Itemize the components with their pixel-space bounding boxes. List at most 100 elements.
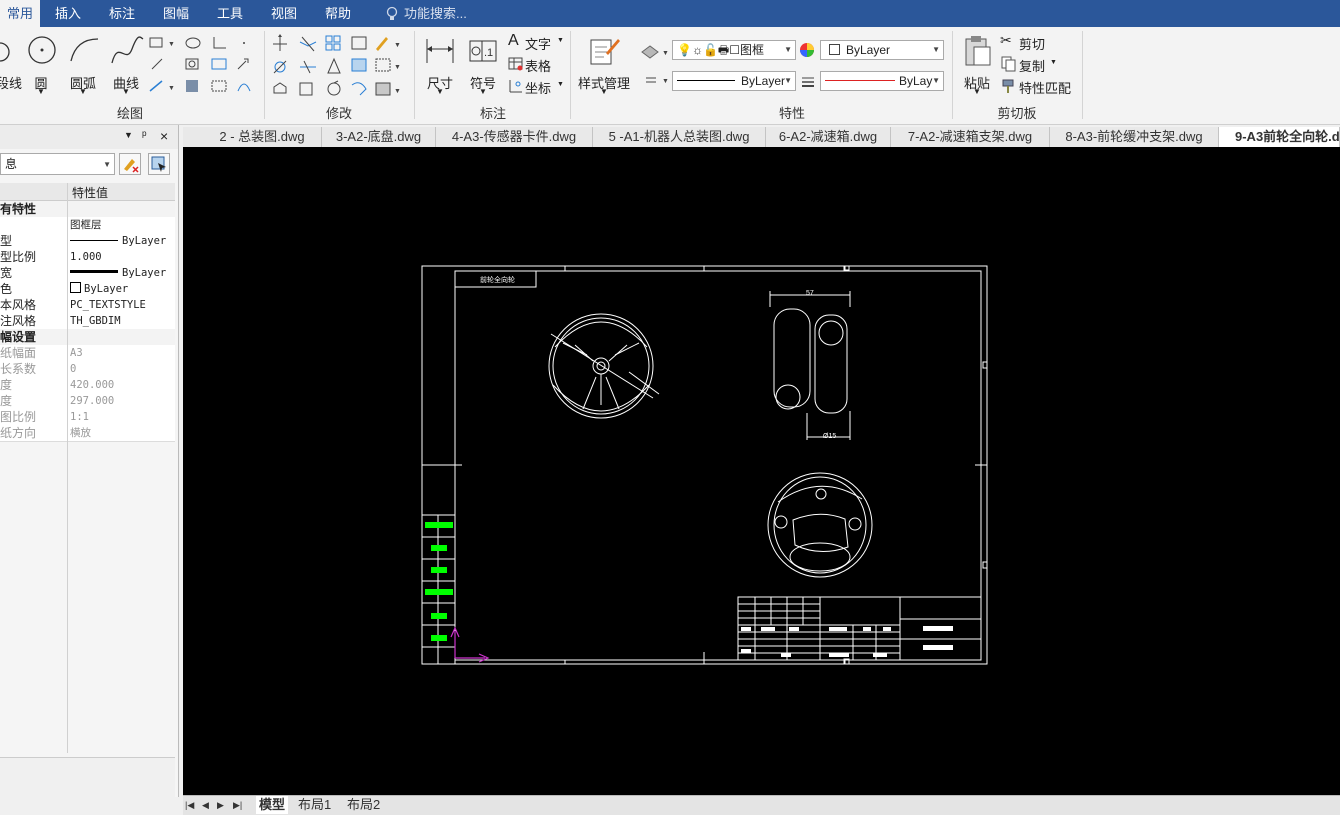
nav-next-icon[interactable]: ▶ bbox=[217, 796, 224, 814]
tab-doc-9[interactable]: 9-A3前轮全向轮.d bbox=[1219, 127, 1340, 147]
menu-tools[interactable]: 工具 bbox=[206, 0, 254, 27]
tab-doc-3[interactable]: 3-A2-底盘.dwg bbox=[322, 127, 436, 147]
tab-doc-5[interactable]: 5 -A1-机器人总装图.dwg bbox=[593, 127, 766, 147]
pin-icon[interactable]: ᵖ bbox=[142, 128, 147, 142]
property-row: 纸幅面 A3 bbox=[0, 345, 175, 362]
menu-sheet[interactable]: 图幅 bbox=[152, 0, 200, 27]
selection-dropdown[interactable]: 息 ▼ bbox=[0, 153, 115, 175]
layer-manager-icon[interactable]: ▼ bbox=[640, 42, 670, 62]
tab-layout2[interactable]: 布局2 bbox=[347, 796, 380, 814]
modify-tools-grid[interactable]: ▼ ▼ ▼ bbox=[270, 33, 410, 99]
nav-last-icon[interactable]: ▶| bbox=[233, 796, 242, 814]
description-area bbox=[0, 757, 175, 798]
property-row[interactable]: 型 ByLayer bbox=[0, 233, 175, 250]
property-value-text: ByLayer bbox=[84, 283, 129, 295]
select-objects-icon[interactable] bbox=[148, 153, 170, 175]
color-dropdown[interactable]: ByLayer ▼ bbox=[820, 40, 944, 60]
arc-button[interactable]: 圆弧 ▼ bbox=[64, 31, 102, 97]
property-value-text: ByLayer bbox=[122, 267, 167, 279]
menu-help[interactable]: 帮助 bbox=[314, 0, 362, 27]
paste-button[interactable]: 粘贴 ▼ bbox=[958, 31, 996, 97]
line-menu-icon[interactable]: ▼ bbox=[644, 73, 670, 89]
symbol-button[interactable]: .1 符号 ▼ bbox=[464, 31, 502, 97]
polyline-button[interactable]: 段线 bbox=[0, 31, 22, 91]
property-row[interactable]: 有特性 bbox=[0, 201, 175, 218]
spline-button[interactable]: 曲线 ▼ bbox=[106, 31, 146, 97]
svg-text:.1: .1 bbox=[484, 47, 493, 59]
property-row[interactable]: 幅设置 bbox=[0, 329, 175, 346]
property-row[interactable]: 注风格 TH_GBDIM bbox=[0, 313, 175, 330]
table-button[interactable]: 表格 bbox=[506, 54, 566, 74]
property-row: 纸方向 横放 bbox=[0, 425, 175, 442]
title-box-text: 前轮全向轮 bbox=[480, 275, 515, 284]
cut-button[interactable]: ✂ 剪切 bbox=[1000, 32, 1080, 52]
column-divider bbox=[67, 183, 68, 753]
text-icon: A bbox=[508, 32, 519, 49]
separator bbox=[1082, 31, 1083, 119]
property-value: 297.000 bbox=[70, 395, 115, 407]
property-key: 有特性 bbox=[0, 202, 37, 216]
property-key: 注风格 bbox=[0, 314, 37, 328]
lightbulb-icon bbox=[386, 6, 398, 20]
tab-layout1[interactable]: 布局1 bbox=[298, 796, 331, 814]
properties-panel: ▼ ᵖ × 息 ▼ 特性值 有特性 图框层型 ByLayer 型比例 1.000 宽 ByLa… bbox=[0, 125, 179, 798]
match-properties-button[interactable]: 特性匹配 bbox=[1000, 76, 1080, 96]
close-icon[interactable]: × bbox=[160, 128, 168, 144]
polyline-icon bbox=[0, 42, 10, 62]
tab-doc-8[interactable]: 8-A3-前轮缓冲支架.dwg bbox=[1050, 127, 1219, 147]
feature-search[interactable]: 功能搜索... bbox=[404, 0, 484, 27]
tab-doc-6[interactable]: 6-A2-减速箱.dwg bbox=[766, 127, 891, 147]
menu-home[interactable]: 常用 bbox=[0, 0, 40, 27]
property-row[interactable]: 本风格 PC_TEXTSTYLE bbox=[0, 297, 175, 314]
text-button[interactable]: A 文字 ▼ bbox=[506, 32, 566, 52]
copy-button[interactable]: 复制 ▼ bbox=[1000, 54, 1080, 74]
property-row[interactable]: 图框层 bbox=[0, 217, 175, 234]
draw-tools-grid[interactable]: ▼ ▼ bbox=[148, 35, 258, 97]
coordinate-button[interactable]: 坐标 ▼ bbox=[506, 76, 566, 96]
property-value: ByLayer bbox=[70, 281, 174, 297]
ucs-icon bbox=[450, 626, 490, 663]
panel-menu-icon[interactable]: ▼ bbox=[124, 130, 133, 140]
quick-select-icon[interactable] bbox=[119, 153, 141, 175]
tab-model[interactable]: 模型 bbox=[256, 796, 289, 814]
nav-prev-icon[interactable]: ◀ bbox=[202, 796, 209, 814]
property-value: 图框层 bbox=[70, 219, 102, 231]
dimension-button[interactable]: 尺寸 ▼ bbox=[420, 31, 460, 97]
lineweight-icon[interactable] bbox=[800, 75, 816, 89]
menu-view[interactable]: 视图 bbox=[260, 0, 308, 27]
property-row[interactable]: 型比例 1.000 bbox=[0, 249, 175, 266]
tab-doc-7[interactable]: 7-A2-减速箱支架.dwg bbox=[891, 127, 1050, 147]
separator bbox=[570, 31, 571, 119]
svg-text:▼: ▼ bbox=[168, 85, 175, 92]
menu-annotate[interactable]: 标注 bbox=[98, 0, 146, 27]
menu-insert[interactable]: 插入 bbox=[44, 0, 92, 27]
ribbon: 段线 圆 ▼ 圆弧 ▼ 曲线 ▼ ▼ ▼ 绘图 ▼ ▼ ▼ 修改 尺寸 ▼ .1… bbox=[0, 27, 1340, 125]
linetype-dropdown[interactable]: ByLayer ▼ bbox=[672, 71, 796, 91]
svg-text:▼: ▼ bbox=[168, 41, 175, 48]
draw-group-label: 绘图 bbox=[116, 106, 143, 121]
scissors-icon: ✂ bbox=[1000, 32, 1012, 48]
layer-dropdown[interactable]: 💡☼🔓🖶☐图框 ▼ bbox=[672, 40, 796, 60]
property-value: 420.000 bbox=[70, 379, 115, 391]
lineweight-dropdown[interactable]: ByLay ▼ bbox=[820, 71, 944, 91]
property-row: 度 297.000 bbox=[0, 393, 175, 410]
circle-icon bbox=[28, 36, 56, 64]
property-row[interactable]: 色 ByLayer bbox=[0, 281, 175, 298]
separator bbox=[264, 31, 265, 119]
modify-group-label: 修改 bbox=[325, 106, 352, 121]
property-value: 0 bbox=[70, 363, 77, 375]
nav-first-icon[interactable]: |◀ bbox=[185, 796, 194, 814]
property-key: 本风格 bbox=[0, 298, 37, 312]
tab-doc-2[interactable]: 2 - 总装图.dwg bbox=[203, 127, 322, 147]
svg-text:▼: ▼ bbox=[394, 64, 401, 71]
circle-button[interactable]: 圆 ▼ bbox=[24, 31, 58, 97]
style-manager-button[interactable]: 样式管理 ▼ bbox=[574, 31, 634, 97]
tab-doc-4[interactable]: 4-A3-传感器卡件.dwg bbox=[436, 127, 593, 147]
property-row: 长系数 0 bbox=[0, 361, 175, 378]
spline-icon bbox=[111, 36, 144, 64]
table-icon bbox=[508, 57, 523, 71]
paste-icon bbox=[965, 36, 991, 66]
drawing-canvas[interactable]: 57 Ø15 前轮全向轮 bbox=[183, 147, 1340, 795]
color-wheel-icon[interactable] bbox=[798, 41, 816, 59]
property-row[interactable]: 宽 ByLayer bbox=[0, 265, 175, 282]
